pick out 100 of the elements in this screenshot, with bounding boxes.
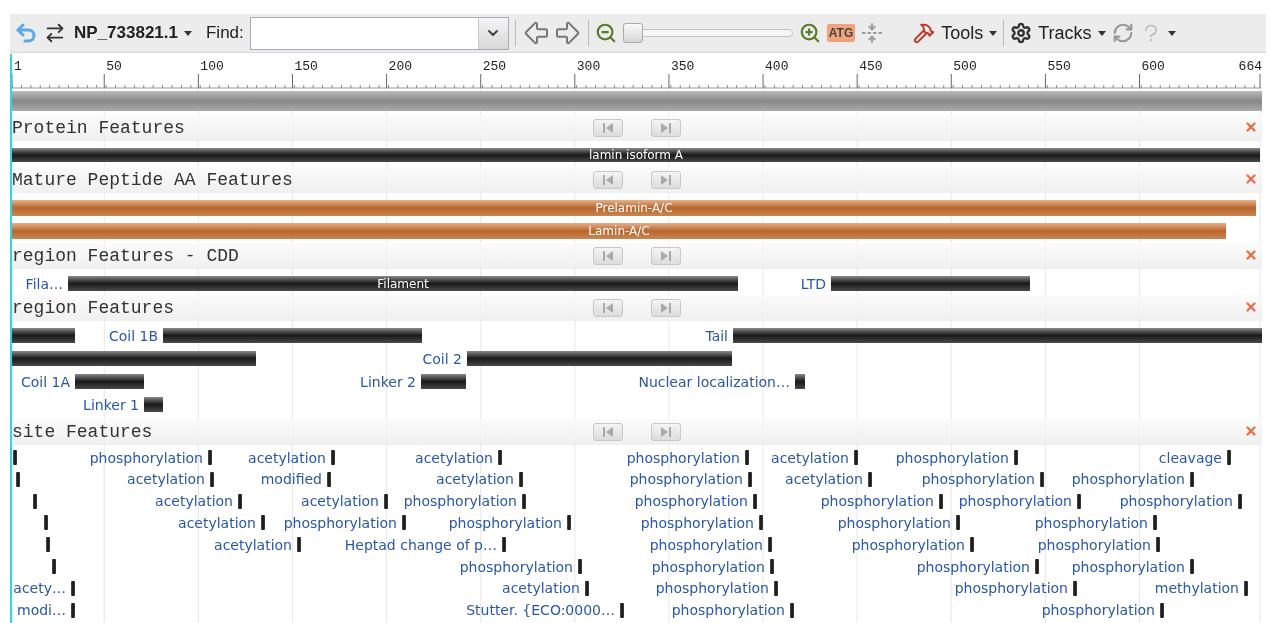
feature-bar[interactable] [33, 493, 37, 509]
feature-label: cleavage [1158, 450, 1222, 465]
jump-end-icon [660, 175, 672, 185]
feature-bar[interactable] [16, 471, 20, 487]
zoom-in-icon[interactable] [798, 22, 821, 44]
feature-name: Filament [377, 277, 429, 290]
feature-label: phosphorylation [1034, 515, 1148, 531]
caret-icon [989, 30, 998, 36]
feature-label: Stutter. {ECO:0000… [466, 602, 615, 618]
feature-bar[interactable] [753, 493, 757, 509]
feature-label: acetylation [415, 450, 493, 465]
feature-bar[interactable]: Filament [68, 276, 738, 291]
feature-bar[interactable] [567, 515, 571, 531]
feature-bar[interactable] [519, 471, 523, 487]
feature-bar[interactable] [1160, 602, 1164, 618]
sequence-toggle[interactable]: ATG [826, 24, 856, 42]
feature-label: phosphorylation [448, 515, 562, 531]
feature-bar[interactable] [502, 537, 506, 553]
menu-button[interactable]: Tools [913, 19, 998, 47]
find-field[interactable] [249, 16, 509, 50]
feature-label: acetylation [771, 450, 849, 465]
feature-label: acety… [13, 580, 66, 596]
feature-label: phosphorylation [820, 493, 934, 509]
feature-label: Fila… [25, 276, 63, 291]
feature-label: phosphorylation [283, 515, 397, 531]
feature-bar[interactable] [585, 580, 589, 596]
feature-bar[interactable] [939, 493, 943, 509]
feature-bar[interactable] [748, 471, 752, 487]
feature-bar[interactable] [1153, 515, 1157, 531]
close-icon[interactable] [1244, 300, 1258, 314]
feature-bar[interactable] [238, 493, 242, 509]
track-title: site Features [12, 423, 153, 441]
feature-bar[interactable] [44, 515, 48, 531]
feature-label: phosphorylation [89, 450, 203, 465]
ruler-label: 250 [482, 60, 507, 73]
feature-bar[interactable] [620, 602, 624, 618]
feature-label: Linker 2 [360, 374, 416, 389]
ruler-label: 300 [576, 60, 601, 73]
feature-bar[interactable] [956, 515, 960, 531]
settings-icon [1010, 22, 1033, 44]
feature-label: phosphorylation [837, 515, 951, 531]
zoom-out-icon[interactable] [594, 22, 617, 44]
feature-label: phosphorylation [629, 471, 743, 487]
feature-bar[interactable] [1073, 580, 1077, 596]
feature-bar[interactable] [402, 515, 406, 531]
feature-bar[interactable] [759, 515, 763, 531]
feature-bar[interactable] [46, 537, 50, 553]
feature-label: modi… [17, 602, 66, 618]
swap-icon[interactable] [44, 22, 66, 44]
feature-bar[interactable] [774, 580, 778, 596]
zoom-slider[interactable] [622, 23, 793, 43]
feature-label: Tail [705, 328, 728, 343]
feature-bar[interactable] [210, 471, 214, 487]
feature-label: Coil 1B [108, 328, 158, 343]
feature-bar[interactable] [261, 515, 265, 531]
feature-bar[interactable]: Prelamin-A/C [12, 200, 1256, 216]
feature-bar[interactable]: Lamin-A/C [12, 223, 1226, 239]
feature-label: phosphorylation [916, 559, 1030, 574]
sequence-menu-button[interactable]: NP_733821.1 [72, 20, 194, 46]
feature-bar[interactable] [297, 537, 301, 553]
feature-label: phosphorylation [649, 537, 763, 553]
feature-bar[interactable] [1077, 493, 1081, 509]
feature-name: Prelamin-A/C [595, 202, 673, 214]
feature-label: Coil 1A [20, 374, 70, 389]
track-title: region Features [12, 299, 175, 317]
feature-bar[interactable] [1040, 471, 1044, 487]
feature-label: phosphorylation [651, 559, 765, 574]
feature-bar[interactable] [868, 471, 872, 487]
feature-label: phosphorylation [634, 493, 748, 509]
feature-bar[interactable] [522, 493, 526, 509]
feature-bar[interactable]: lamin isoform A [12, 148, 1260, 162]
ruler-label: 1 [14, 60, 22, 73]
close-icon[interactable] [1244, 424, 1258, 438]
feature-bar[interactable] [1190, 471, 1194, 487]
feature-label: acetylation [502, 580, 580, 596]
close-icon[interactable] [1244, 248, 1258, 262]
track-title: Mature Peptide AA Features [12, 171, 293, 189]
feature-bar[interactable] [71, 580, 75, 596]
feature-bar[interactable] [71, 602, 75, 618]
ruler-label: 150 [294, 60, 318, 73]
feature-label: Coil 2 [422, 351, 462, 366]
close-icon[interactable] [1244, 120, 1258, 134]
ruler-label: 550 [1047, 60, 1071, 73]
feature-bar[interactable] [384, 493, 388, 509]
feature-bar[interactable] [768, 537, 772, 553]
feature-bar[interactable] [327, 471, 331, 487]
close-icon[interactable] [1244, 172, 1258, 186]
feature-bar[interactable] [1238, 493, 1242, 509]
feature-label: acetylation [214, 537, 292, 553]
menu-button[interactable]: Tracks [1010, 19, 1106, 47]
feature-label: phosphorylation [895, 450, 1009, 465]
feature-bar[interactable] [1244, 580, 1248, 596]
feature-bar[interactable] [790, 602, 794, 618]
feature-bar[interactable] [970, 537, 974, 553]
jump-start-icon [602, 427, 614, 437]
slider-thumb[interactable] [622, 23, 643, 43]
feature-label: phosphorylation [655, 580, 769, 596]
caret-icon [184, 30, 192, 36]
feature-bar[interactable] [1156, 537, 1160, 553]
find-label: Find: [206, 22, 244, 45]
